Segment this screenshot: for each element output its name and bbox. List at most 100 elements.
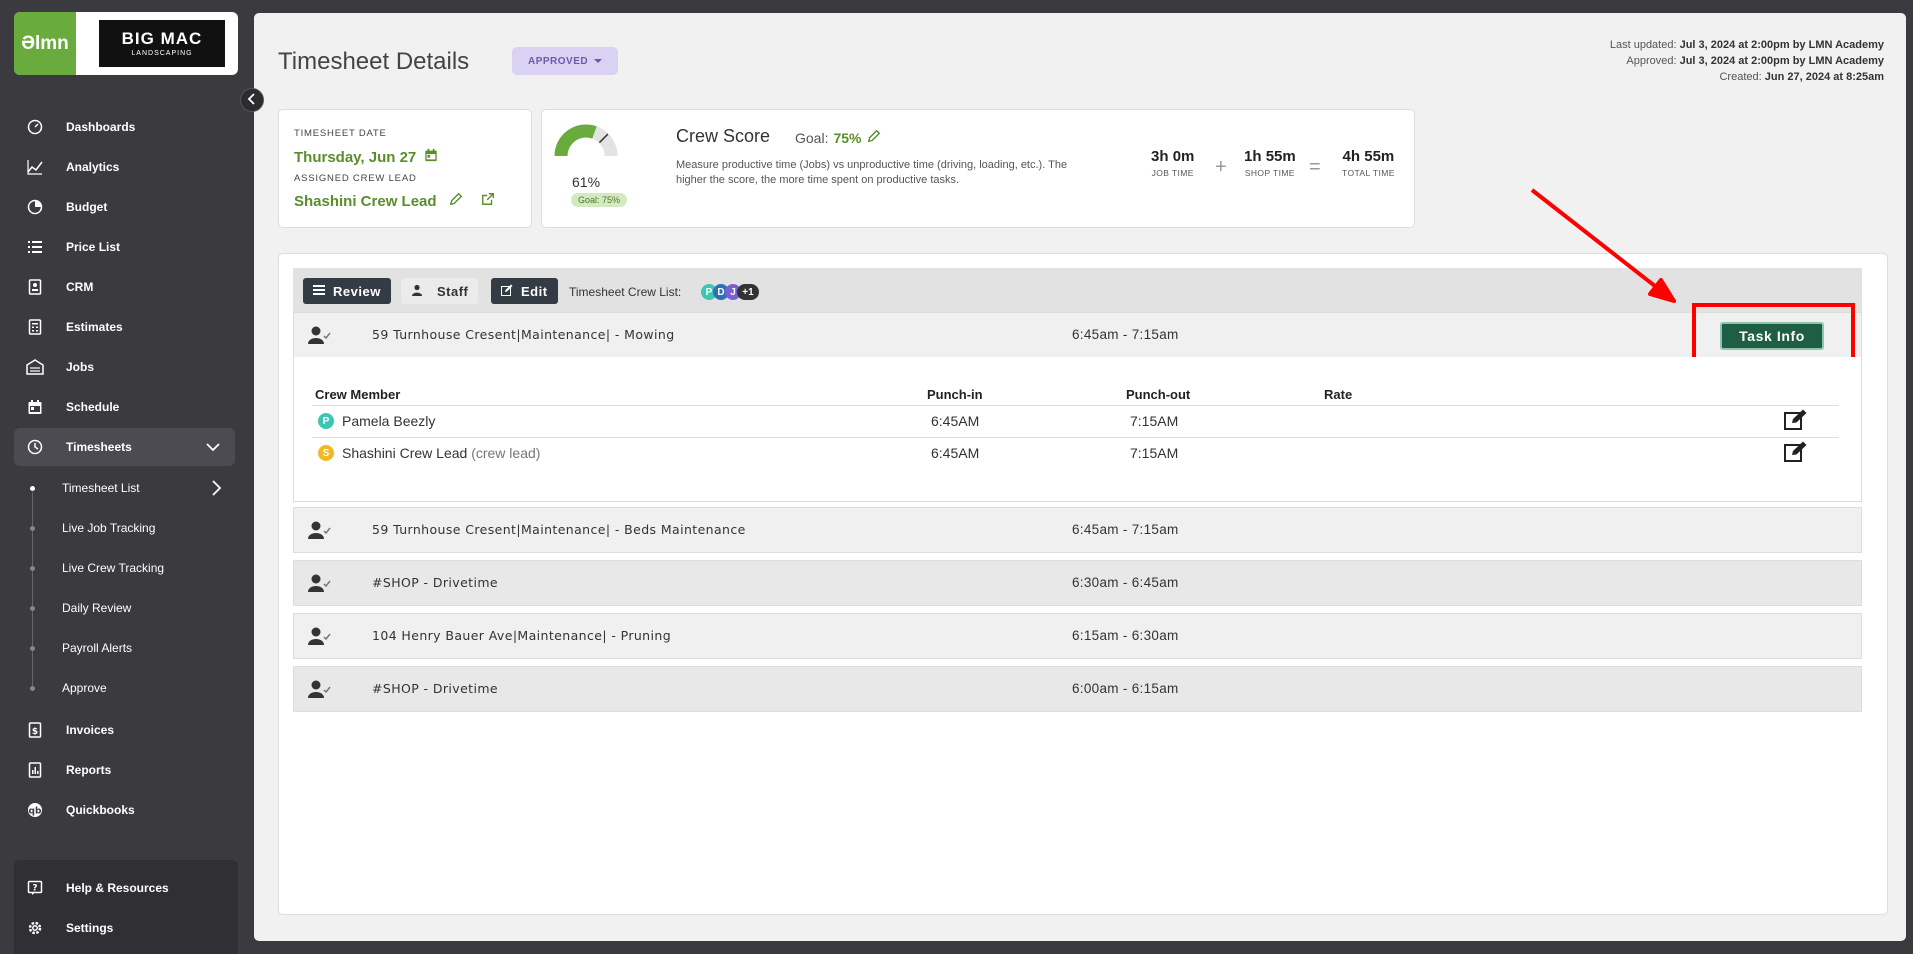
subnav-timesheet-list[interactable]: Timesheet List xyxy=(62,478,140,498)
crew-list-label: Timesheet Crew List: xyxy=(569,285,682,299)
timesheet-date-card: TIMESHEET DATE Thursday, Jun 27 ASSIGNED… xyxy=(278,109,532,228)
task-row[interactable]: 59 Turnhouse Cresent|Maintenance| - Mowi… xyxy=(293,303,1862,375)
crew-score-description: Measure productive time (Jobs) vs unprod… xyxy=(676,159,1068,186)
timesheet-toolbar: Review Staff Edit Timesheet Crew List: P… xyxy=(293,268,1862,312)
avatar: P xyxy=(318,413,334,429)
gear-icon xyxy=(26,919,44,937)
member-name: Shashini Crew Lead xyxy=(342,445,468,461)
nav-schedule[interactable]: Schedule xyxy=(14,388,235,426)
punch-out-header: Punch-out xyxy=(1126,387,1191,402)
total-time-minutes: 55m xyxy=(1364,148,1395,165)
edit-icon[interactable] xyxy=(1784,441,1808,468)
estimates-icon xyxy=(26,318,44,336)
punch-in-value: 6:45AM xyxy=(931,413,980,429)
nav-jobs[interactable]: Jobs xyxy=(14,348,235,386)
task-info-button[interactable]: Task Info xyxy=(1720,322,1824,350)
task-name: 59 Turnhouse Cresent|Maintenance| - Mowi… xyxy=(372,327,675,342)
status-dropdown[interactable]: APPROVED xyxy=(512,47,619,75)
task-crew-details: Crew Member Punch-in Punch-out Rate P Pa… xyxy=(293,357,1862,502)
calendar-icon xyxy=(26,398,44,416)
plus-sign: + xyxy=(1215,156,1227,178)
timesheet-date[interactable]: Thursday, Jun 27 xyxy=(294,148,438,166)
task-row[interactable]: 104 Henry Bauer Ave|Maintenance| - Pruni… xyxy=(293,613,1862,659)
budget-icon xyxy=(26,198,44,216)
svg-text:qb: qb xyxy=(29,807,42,817)
goal-label: Goal: xyxy=(795,129,829,146)
subnav-daily-review[interactable]: Daily Review xyxy=(62,598,131,618)
nav-label: Price List xyxy=(66,240,121,254)
person-icon xyxy=(411,284,423,299)
subnav-live-crew-tracking[interactable]: Live Crew Tracking xyxy=(62,558,164,578)
punch-in-value: 6:45AM xyxy=(931,445,980,461)
chevron-right-icon[interactable] xyxy=(209,478,223,503)
nav-crm[interactable]: CRM xyxy=(14,268,235,306)
timesheet-date-label: TIMESHEET DATE xyxy=(294,128,387,139)
nav-estimates[interactable]: Estimates xyxy=(14,308,235,346)
task-row[interactable]: 59 Turnhouse Cresent|Maintenance| - Beds… xyxy=(293,507,1862,553)
punch-in-header: Punch-in xyxy=(927,387,983,402)
task-row[interactable]: #SHOP - Drivetime 6:30am - 6:45am xyxy=(293,560,1862,606)
pencil-icon[interactable] xyxy=(449,192,463,210)
nav-budget[interactable]: Budget xyxy=(14,188,235,226)
task-name: 59 Turnhouse Cresent|Maintenance| - Beds… xyxy=(372,522,746,537)
external-link-icon[interactable] xyxy=(481,192,495,210)
subnav-dot xyxy=(30,486,35,491)
crew-score-title: Crew Score xyxy=(676,126,771,146)
task-name: #SHOP - Drivetime xyxy=(372,681,499,696)
jobs-icon xyxy=(26,358,44,376)
meta-label: Created: xyxy=(1719,71,1762,83)
dashboard-icon xyxy=(26,118,44,136)
nav-help[interactable]: ? Help & Resources xyxy=(14,869,235,907)
person-check-icon xyxy=(308,520,332,545)
subnav-approve[interactable]: Approve xyxy=(62,678,107,698)
nav-label: Reports xyxy=(66,763,112,777)
staff-button[interactable]: Staff xyxy=(401,278,479,304)
nav-price-list[interactable]: Price List xyxy=(14,228,235,266)
edit-icon xyxy=(501,284,513,299)
edit-icon[interactable] xyxy=(1784,409,1808,436)
job-time-minutes: 0m xyxy=(1172,148,1195,165)
crew-lead-label: ASSIGNED CREW LEAD xyxy=(294,173,417,184)
edit-label: Edit xyxy=(521,283,548,299)
timesheet-date-value: Thursday, Jun 27 xyxy=(294,148,417,166)
nav-dashboards[interactable]: Dashboards xyxy=(14,108,235,146)
task-time: 6:45am - 7:15am xyxy=(1072,327,1179,342)
company-logo[interactable]: Əlmn BIG MAC LANDSCAPING xyxy=(14,12,238,75)
invoice-icon: $ xyxy=(26,721,44,739)
task-name: #SHOP - Drivetime xyxy=(372,575,499,590)
help-icon: ? xyxy=(26,879,44,897)
nav-reports[interactable]: Reports xyxy=(14,751,235,789)
nav-invoices[interactable]: $ Invoices xyxy=(14,711,235,749)
task-time: 6:00am - 6:15am xyxy=(1072,681,1179,696)
nav-quickbooks[interactable]: qb Quickbooks xyxy=(14,791,235,829)
review-button[interactable]: Review xyxy=(303,278,391,304)
nav-analytics[interactable]: Analytics xyxy=(14,148,235,186)
nav-timesheets[interactable]: Timesheets xyxy=(14,428,235,466)
crew-score-card: 61% Goal: 75% Crew Score Goal: 75% Measu… xyxy=(541,109,1415,228)
member-name: Pamela Beezly xyxy=(342,413,436,429)
nav-settings[interactable]: Settings xyxy=(14,909,235,947)
crew-score-percent: 61% xyxy=(572,174,601,190)
meta-label: Approved: xyxy=(1626,55,1677,67)
crew-chip[interactable]: +1 xyxy=(737,284,759,300)
rate-header: Rate xyxy=(1324,387,1353,402)
row-divider xyxy=(312,437,1839,438)
edit-button[interactable]: Edit xyxy=(491,278,558,304)
avatar: S xyxy=(318,445,334,461)
sidebar-collapse-button[interactable] xyxy=(240,88,264,112)
person-check-icon xyxy=(308,626,332,651)
nav-label: Analytics xyxy=(66,160,120,174)
bigmac-logo-title: BIG MAC xyxy=(121,29,203,48)
svg-text:?: ? xyxy=(32,884,37,894)
reports-icon xyxy=(26,761,44,779)
pencil-icon[interactable] xyxy=(867,129,881,146)
subnav-live-job-tracking[interactable]: Live Job Tracking xyxy=(62,518,155,538)
goal-badge: Goal: 75% xyxy=(571,193,628,207)
staff-label: Staff xyxy=(437,283,469,299)
task-row[interactable]: #SHOP - Drivetime 6:00am - 6:15am xyxy=(293,666,1862,712)
crew-lead-value: Shashini Crew Lead xyxy=(294,192,437,210)
subnav-payroll-alerts[interactable]: Payroll Alerts xyxy=(62,638,132,658)
punch-out-value: 7:15AM xyxy=(1130,413,1179,429)
task-time: 6:30am - 6:45am xyxy=(1072,575,1179,590)
crew-lead: Shashini Crew Lead xyxy=(294,192,495,210)
